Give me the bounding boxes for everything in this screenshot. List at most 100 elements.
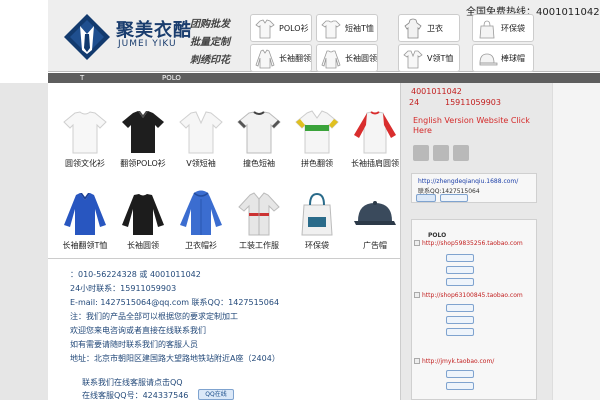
product-label: 撞色短袖 <box>243 159 275 168</box>
shop-bullet-3 <box>414 358 420 364</box>
english-version-link[interactable]: English Version Website Click Here <box>413 116 533 136</box>
category-label: POLO衫 <box>279 24 309 33</box>
product-label: 广告帽 <box>363 241 387 250</box>
tote-bag-icon <box>479 20 495 39</box>
product-label: 拼色翻领 <box>301 159 333 168</box>
category-cap[interactable]: 棒球帽 <box>472 44 534 72</box>
product-image <box>64 193 106 235</box>
vneck-tee-icon <box>403 50 423 69</box>
contact-button[interactable] <box>446 328 474 336</box>
contact-line-email: E-mail: 1427515064@qq.com 联系QQ：142751506… <box>70 298 280 307</box>
product-image <box>237 111 281 154</box>
contact-line-phone: ：010-56224328 或 4001011042 <box>70 270 201 279</box>
product-card[interactable]: 圆领文化衫 <box>56 95 114 175</box>
phone-24h-label: 24 <box>409 98 420 107</box>
brand-name-en: JUMEI YIKU <box>118 39 177 49</box>
logo-mark-icon <box>64 14 110 60</box>
mobile-number: 15911059903 <box>445 98 501 107</box>
alibaba-link[interactable]: http://zhengdeqianqiu.1688.com/ <box>418 178 518 185</box>
category-long-polo[interactable]: 长袖翻领 <box>250 44 312 72</box>
slogan-line-1: 团购批发 <box>190 19 230 30</box>
product-label: V领短袖 <box>186 159 216 168</box>
shop-link-1[interactable]: http://shop59835256.taobao.com <box>422 240 523 247</box>
nav-bar: T POLO <box>48 73 600 83</box>
product-label: 圆领文化衫 <box>65 159 105 168</box>
contact-line-qq-number: 在线客服QQ号：424337546 <box>82 391 189 400</box>
long-sleeve-tee-icon <box>321 50 341 69</box>
shop-bullet-1 <box>414 240 420 246</box>
product-card[interactable]: 长袖插肩圆领 <box>346 95 404 175</box>
product-card[interactable]: 撞色短袖 <box>230 95 288 175</box>
category-vneck[interactable]: V领T恤 <box>398 44 460 72</box>
shop-link-2[interactable]: http://shop63100845.taobao.com <box>422 292 523 299</box>
category-long-tee[interactable]: 长袖圆领 <box>316 44 378 72</box>
shop-bullet-2 <box>414 292 420 298</box>
product-image <box>122 194 164 235</box>
share-icon-3[interactable] <box>453 145 469 161</box>
category-label: 卫衣 <box>427 24 443 33</box>
contact-line-qq-intro: 联系我们在线客服请点击QQ <box>82 378 183 387</box>
product-label: 卫衣帽衫 <box>185 241 217 250</box>
product-image <box>179 111 223 154</box>
slogan: 团购批发 批量定制 刺绣印花 <box>190 16 242 70</box>
product-card[interactable]: 拼色翻领 <box>288 95 346 175</box>
product-image <box>180 190 222 235</box>
polo-shirt-icon <box>255 19 275 39</box>
nav-item-polo[interactable]: POLO <box>162 73 181 83</box>
product-card[interactable]: 工装工作服 <box>230 177 288 257</box>
product-card[interactable]: 长袖圆领 <box>114 177 172 257</box>
slogan-line-2: 批量定制 <box>190 37 230 48</box>
contact-line-address: 地址：北京市朝阳区建国路大望路地铁站附近A座（2404） <box>70 354 280 363</box>
contact-button[interactable] <box>446 266 474 274</box>
contact-button[interactable] <box>446 316 474 324</box>
category-tote[interactable]: 环保袋 <box>472 14 534 42</box>
alibaba-box: http://zhengdeqianqiu.1688.com/ 联系QQ:142… <box>411 173 537 203</box>
contact-button[interactable] <box>446 370 474 378</box>
nav-item-t[interactable]: T <box>80 73 84 83</box>
product-grid: 圆领文化衫 翻领POLO衫 V领短袖 撞色短袖 拼色翻领 长袖插肩圆领 长袖翻领… <box>48 83 400 258</box>
product-card[interactable]: 广告帽 <box>346 177 404 257</box>
product-image <box>354 201 396 225</box>
category-hoodie[interactable]: 卫衣 <box>398 14 460 42</box>
category-label: 环保袋 <box>501 24 525 33</box>
product-card[interactable]: 长袖翻领T恤 <box>56 177 114 257</box>
product-label: 长袖圆领 <box>127 241 159 250</box>
right-sidebar: 4001011042 24 15911059903 English Versio… <box>400 83 552 400</box>
shops-box: POLO http://shop59835256.taobao.com http… <box>411 219 537 400</box>
product-image <box>238 192 280 236</box>
shop-link-3[interactable]: http://jmyk.taobao.com/ <box>422 358 494 365</box>
category-polo[interactable]: POLO衫 <box>250 14 312 42</box>
contact-me-button[interactable] <box>440 194 468 202</box>
product-card[interactable]: 翻领POLO衫 <box>114 95 172 175</box>
product-card[interactable]: V领短袖 <box>172 95 230 175</box>
product-card[interactable]: 环保袋 <box>288 177 346 257</box>
category-label: V领T恤 <box>427 54 454 63</box>
contact-line-note: 注：我们的产品全部可以根据您的要求定制加工 <box>70 312 238 321</box>
phone-number: 4001011042 <box>411 87 462 96</box>
product-image <box>63 111 107 154</box>
long-sleeve-polo-icon <box>255 49 275 69</box>
contact-section: ：010-56224328 或 4001011042 24小时联系：159110… <box>48 258 400 400</box>
category-label: 长袖翻领 <box>279 54 311 63</box>
contact-button[interactable] <box>446 304 474 312</box>
product-card[interactable]: 卫衣帽衫 <box>172 177 230 257</box>
share-icon-1[interactable] <box>413 145 429 161</box>
left-gutter <box>0 83 48 400</box>
category-label: 长袖圆领 <box>345 54 377 63</box>
qq-online-mini-button[interactable] <box>416 194 436 202</box>
contact-line-service: 如有需要请随时联系我们的客服人员 <box>70 340 198 349</box>
contact-line-welcome: 欢迎您来电咨询或者直接在线联系我们 <box>70 326 206 335</box>
contact-button[interactable] <box>446 254 474 262</box>
share-icon-2[interactable] <box>433 145 449 161</box>
contact-button[interactable] <box>446 382 474 390</box>
qq-online-button[interactable]: QQ在线 <box>198 389 234 400</box>
contact-button[interactable] <box>446 278 474 286</box>
hoodie-icon <box>404 18 422 39</box>
product-label: 工装工作服 <box>239 241 279 250</box>
category-short-tee[interactable]: 短袖T恤 <box>316 14 378 42</box>
product-label: 长袖插肩圆领 <box>351 159 399 168</box>
contact-line-24h: 24小时联系：15911059903 <box>70 284 177 293</box>
product-image <box>354 111 396 154</box>
product-label: 翻领POLO衫 <box>120 159 166 168</box>
tshirt-icon <box>321 20 341 39</box>
